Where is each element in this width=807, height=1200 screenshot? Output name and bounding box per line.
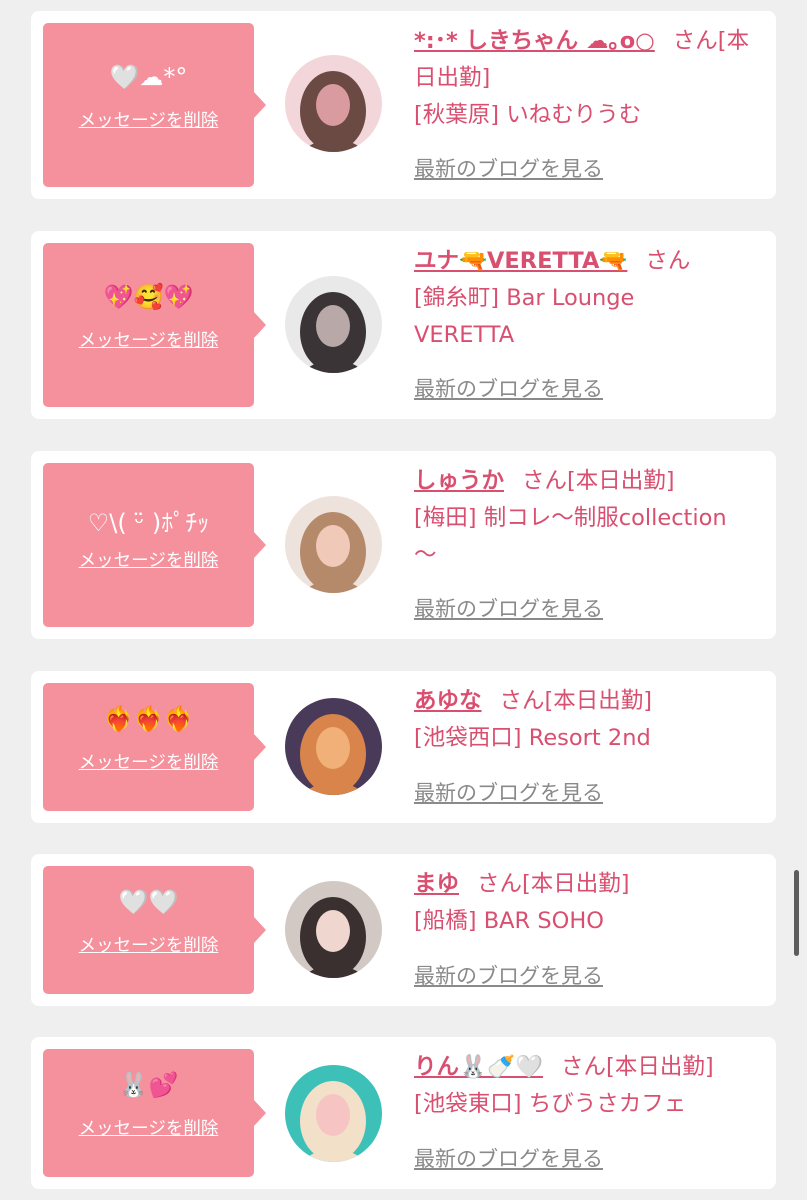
cast-status: さん[本日出勤] [477,871,630,897]
message-bubble: ❤️‍🔥❤️‍🔥❤️‍🔥 メッセージを削除 [43,683,266,811]
latest-blog-link[interactable]: 最新のブログを見る [414,594,603,624]
cast-name-link[interactable]: しゅうか [414,468,504,494]
cast-detail: [池袋西口] Resort 2nd [414,725,651,751]
cast-name-line: りん🐰🍼🤍 さん[本日出勤] [414,1049,764,1086]
message-card: ♡\( ᵕ̈ )ﾎﾟﾁｯ メッセージを削除 しゅうか さん[本日出勤] [梅田] 制コレ… [31,451,776,639]
cast-detail: 日出勤] [414,65,491,91]
cast-avatar[interactable] [285,276,382,373]
cast-detail: [梅田] 制コレ〜制服collection [414,505,727,531]
cast-avatar[interactable] [285,881,382,978]
cast-name-line: まゆ さん[本日出勤] [414,866,764,903]
cast-detail: [錦糸町] Bar Lounge [414,285,635,311]
message-bubble: 🤍🤍 メッセージを削除 [43,866,266,994]
cast-detail-continued: 〜 [414,542,437,568]
message-text: 💖🥰💖 [103,283,194,311]
cast-status: さん[本 [672,28,750,54]
latest-blog-link[interactable]: 最新のブログを見る [414,374,603,404]
cast-name-line: あゆな さん[本日出勤] [414,683,764,720]
cast-status: さん[本日出勤] [522,468,675,494]
cast-name-line: *:･* しきちゃん ☁｡o○ さん[本 [414,23,764,60]
message-text: 🤍☁*° [109,63,188,91]
cast-name-link[interactable]: りん🐰🍼🤍 [414,1054,543,1080]
delete-message-link[interactable]: メッセージを削除 [43,327,254,352]
message-list: 🤍☁*° メッセージを削除 *:･* しきちゃん ☁｡o○ さん[本 日出勤] [秋葉原]… [0,0,807,1200]
delete-message-link[interactable]: メッセージを削除 [43,749,254,774]
delete-message-link[interactable]: メッセージを削除 [43,107,254,132]
cast-name-link[interactable]: *:･* しきちゃん ☁｡o○ [414,28,655,54]
latest-blog-link[interactable]: 最新のブログを見る [414,778,603,808]
cast-info: ユナ🔫VERETTA🔫 さん [錦糸町] Bar Lounge VERETTA [414,243,764,354]
cast-name-link[interactable]: まゆ [414,871,459,897]
cast-name-line: しゅうか さん[本日出勤] [414,463,764,500]
cast-info: あゆな さん[本日出勤] [池袋西口] Resort 2nd [414,683,764,757]
message-card: 🤍🤍 メッセージを削除 まゆ さん[本日出勤] [船橋] BAR SOHO 最新のブログを… [31,854,776,1006]
delete-message-link[interactable]: メッセージを削除 [43,1115,254,1140]
cast-info: しゅうか さん[本日出勤] [梅田] 制コレ〜制服collection 〜 [414,463,764,574]
message-text: ❤️‍🔥❤️‍🔥❤️‍🔥 [103,705,194,733]
latest-blog-link[interactable]: 最新のブログを見る [414,1144,603,1174]
message-card: 💖🥰💖 メッセージを削除 ユナ🔫VERETTA🔫 さん [錦糸町] Bar Lounge… [31,231,776,419]
cast-status: さん[本日出勤] [561,1054,714,1080]
cast-detail: [船橋] BAR SOHO [414,908,604,934]
cast-detail-continued: VERETTA [414,322,515,348]
cast-detail-continued: [秋葉原] いねむりうむ [414,102,642,128]
cast-avatar[interactable] [285,55,382,152]
cast-info: *:･* しきちゃん ☁｡o○ さん[本日出勤] [秋葉原] いねむりうむ [414,23,764,134]
cast-name-line: ユナ🔫VERETTA🔫 さん [414,243,764,280]
delete-message-link[interactable]: メッセージを削除 [43,932,254,957]
message-card: ❤️‍🔥❤️‍🔥❤️‍🔥 メッセージを削除 あゆな さん[本日出勤] [池袋西口] Re… [31,671,776,823]
cast-info: りん🐰🍼🤍 さん[本日出勤] [池袋東口] ちびうさカフェ [414,1049,764,1123]
cast-status: さん[本日出勤] [499,688,653,714]
cast-avatar[interactable] [285,496,382,593]
cast-info: まゆ さん[本日出勤] [船橋] BAR SOHO [414,866,764,940]
latest-blog-link[interactable]: 最新のブログを見る [414,961,603,991]
message-card: 🤍☁*° メッセージを削除 *:･* しきちゃん ☁｡o○ さん[本日出勤] [秋葉原]… [31,11,776,199]
cast-status: さん [645,248,691,274]
cast-name-link[interactable]: ユナ🔫VERETTA🔫 [414,248,627,274]
scrollbar[interactable] [794,870,799,956]
delete-message-link[interactable]: メッセージを削除 [43,547,254,572]
cast-name-link[interactable]: あゆな [414,688,482,714]
cast-detail: [池袋東口] ちびうさカフェ [414,1091,687,1117]
cast-avatar[interactable] [285,1065,382,1162]
message-text: ♡\( ᵕ̈ )ﾎﾟﾁｯ [87,509,210,537]
message-bubble: 🤍☁*° メッセージを削除 [43,23,266,187]
message-bubble: ♡\( ᵕ̈ )ﾎﾟﾁｯ メッセージを削除 [43,463,266,627]
message-bubble: 💖🥰💖 メッセージを削除 [43,243,266,407]
latest-blog-link[interactable]: 最新のブログを見る [414,154,603,184]
cast-avatar[interactable] [285,698,382,795]
message-card: 🐰💕 メッセージを削除 りん🐰🍼🤍 さん[本日出勤] [池袋東口] ちびうさカフェ最新の… [31,1037,776,1189]
message-text: 🐰💕 [118,1071,179,1099]
message-text: 🤍🤍 [118,888,179,916]
message-bubble: 🐰💕 メッセージを削除 [43,1049,266,1177]
